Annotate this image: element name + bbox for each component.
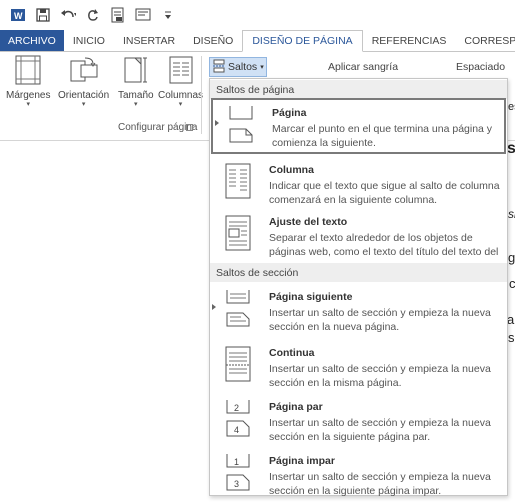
document-text-fragment: gi [508, 250, 515, 265]
tab-diseno[interactable]: DISEÑO [184, 30, 242, 51]
breaks-button[interactable]: Saltos ▾ [209, 57, 267, 77]
tab-inicio[interactable]: INICIO [64, 30, 114, 51]
page-breaks-header: Saltos de página [210, 80, 507, 99]
continuous-section-icon [221, 345, 253, 383]
menu-item-title: Página par [269, 401, 323, 413]
columns-button[interactable]: Columnas ▾ [158, 54, 203, 109]
text-wrapping-icon [221, 214, 253, 252]
chevron-down-icon: ▾ [260, 64, 264, 71]
tab-insertar[interactable]: INSERTAR [114, 30, 184, 51]
selection-pointer-icon [212, 304, 216, 310]
svg-text:1: 1 [234, 457, 239, 467]
svg-text:▾: ▾ [74, 12, 76, 18]
document-text-fragment: s" [508, 330, 515, 345]
menu-item-title: Página siguiente [269, 291, 353, 303]
print-preview-icon[interactable] [110, 7, 126, 23]
next-page-section-icon [221, 289, 253, 327]
menu-item-description: Insertar un salto de sección y empieza l… [269, 363, 491, 389]
size-button[interactable]: Tamaño ▾ [118, 54, 154, 109]
chevron-down-icon: ▾ [134, 101, 138, 108]
even-page-section-icon: 24 [221, 399, 253, 437]
menu-item-description: Insertar un salto de sección y empieza l… [269, 417, 491, 443]
quick-print-icon[interactable] [135, 7, 151, 23]
menu-item-column-break[interactable]: Columna Indicar que el texto que sigue a… [210, 157, 507, 209]
selection-pointer-icon [215, 120, 219, 126]
size-label: Tamaño [118, 90, 154, 101]
size-icon [120, 54, 152, 86]
redo-icon[interactable] [85, 7, 101, 23]
document-text-fragment: sk [508, 207, 515, 221]
chevron-down-icon: ▾ [178, 101, 183, 108]
menu-item-description: Insertar un salto de sección y empieza l… [269, 307, 491, 333]
svg-text:3: 3 [234, 479, 239, 489]
margins-button[interactable]: Márgenes ▾ [6, 54, 50, 109]
document-text-fragment: es [508, 101, 515, 113]
menu-item-next-page-section[interactable]: Página siguiente Insertar un salto de se… [210, 284, 507, 340]
undo-icon[interactable]: ▾ [60, 7, 76, 23]
menu-item-title: Página impar [269, 455, 335, 467]
columns-icon [165, 54, 197, 86]
menu-item-odd-page-section[interactable]: 13 Página impar Insertar un salto de sec… [210, 448, 507, 497]
odd-page-section-icon: 13 [221, 453, 253, 491]
margins-icon [12, 54, 44, 86]
document-text-fragment: c [509, 276, 515, 291]
tab-diseno-de-pagina[interactable]: DISEÑO DE PÁGINA [242, 30, 363, 52]
menu-item-title: Columna [269, 164, 314, 176]
orientation-label: Orientación [58, 90, 110, 101]
document-text-fragment: s [507, 140, 515, 157]
menu-item-description: Marcar el punto en el que termina una pá… [272, 123, 493, 149]
menu-item-description: Insertar un salto de sección y empieza l… [269, 471, 491, 497]
menu-item-title: Ajuste del texto [269, 216, 348, 228]
section-breaks-header: Saltos de sección [210, 263, 507, 282]
group-separator [201, 56, 202, 134]
menu-item-description: Indicar que el texto que sigue al salto … [269, 180, 500, 206]
document-text-fragment: al [507, 312, 515, 327]
svg-text:4: 4 [234, 425, 239, 435]
columns-label: Columnas [158, 90, 204, 101]
word-app-icon[interactable]: W [10, 7, 26, 23]
quick-access-toolbar: W ▾ [0, 0, 515, 30]
customize-toolbar-icon[interactable] [160, 7, 176, 23]
orientation-icon [68, 54, 100, 86]
breaks-dropdown-menu: Saltos de página Página Marcar el punto … [209, 78, 508, 497]
chevron-down-icon: ▾ [81, 101, 86, 108]
column-break-icon [221, 162, 253, 200]
tab-correspondencia[interactable]: CORRESPON [455, 30, 515, 51]
svg-text:2: 2 [234, 403, 239, 413]
menu-item-title: Continua [269, 347, 315, 359]
menu-item-page-break[interactable]: Página Marcar el punto en el que termina… [211, 98, 506, 154]
menu-item-title: Página [272, 107, 307, 119]
page-break-icon [224, 105, 256, 143]
tab-archivo[interactable]: ARCHIVO [0, 30, 64, 51]
save-icon[interactable] [35, 7, 51, 23]
ribbon-tabs: ARCHIVO INICIO INSERTAR DISEÑO DISEÑO DE… [0, 30, 515, 52]
spacing-label: Espaciado [456, 61, 506, 73]
dialog-launcher-icon[interactable] [186, 124, 193, 131]
menu-item-text-wrapping-break[interactable]: Ajuste del texto Separar el texto alrede… [210, 209, 507, 272]
menu-item-even-page-section[interactable]: 24 Página par Insertar un salto de secci… [210, 394, 507, 448]
breaks-icon [213, 59, 225, 76]
margins-label: Márgenes [6, 90, 51, 101]
tab-referencias[interactable]: REFERENCIAS [363, 30, 456, 51]
menu-item-continuous-section[interactable]: Continua Insertar un salto de sección y … [210, 340, 507, 394]
orientation-button[interactable]: Orientación ▾ [58, 54, 109, 109]
chevron-down-icon: ▾ [26, 101, 30, 108]
breaks-label: Saltos [228, 61, 258, 73]
svg-text:W: W [14, 11, 23, 21]
indent-label: Aplicar sangría [328, 61, 399, 73]
